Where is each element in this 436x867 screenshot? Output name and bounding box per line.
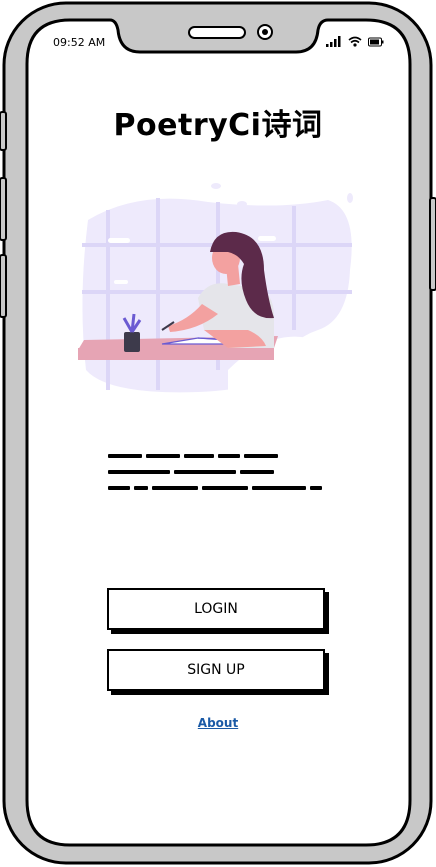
about-link[interactable]: About	[0, 716, 436, 730]
status-icons	[326, 36, 384, 47]
writing-woman-illustration	[78, 183, 356, 400]
login-button[interactable]: LOGIN	[107, 588, 325, 630]
intro-text-placeholder	[108, 454, 322, 490]
app-title: PoetryCi诗词	[113, 108, 323, 143]
battery-icon	[368, 37, 384, 46]
signup-button[interactable]: SIGN UP	[107, 649, 325, 691]
signal-icon	[326, 36, 341, 47]
wifi-icon	[348, 36, 362, 47]
status-time: 09:52 AM	[53, 36, 106, 49]
